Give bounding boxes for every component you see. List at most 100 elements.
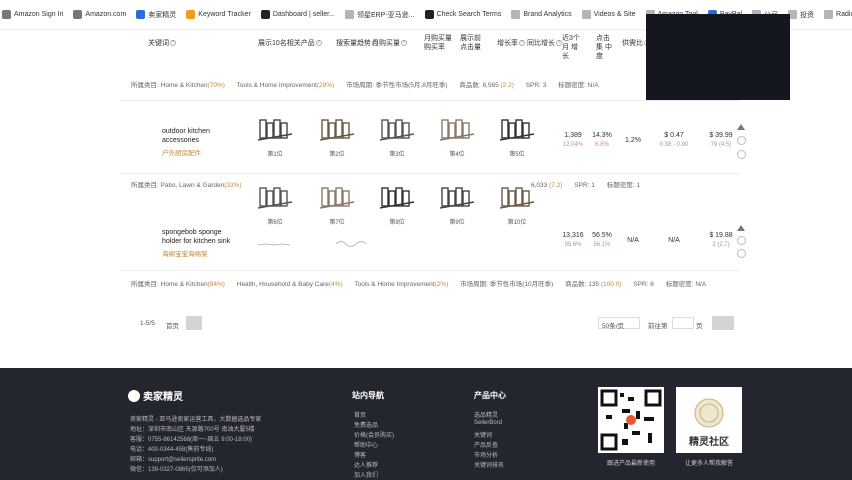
bookmark-item[interactable]: 投资 [788,10,814,20]
rank-label: 第5位 [509,152,525,158]
product-thumbnail[interactable] [256,182,294,214]
bookmark-item[interactable]: 领星ERP-亚马逊... [344,10,415,20]
rank-label: 第8位 [389,220,405,226]
header-top10: 展示10名相关产品? [258,40,322,47]
purchase-value: 13,316 [562,232,584,239]
keyword-translation: 户外厨房配件 [162,150,201,157]
dark-overlay-popup [646,14,790,100]
chart-icon[interactable] [737,136,746,145]
product-title: 产品中心 [474,391,506,400]
product-thumbnail[interactable] [318,114,356,146]
bookmark-item[interactable]: Brand Analytics [511,10,572,19]
footer-nav-link[interactable]: 达人推荐 [354,460,378,469]
header-growth: 增长率? [497,40,525,47]
price-value: $ 39.99 [709,132,733,139]
keyword-link[interactable]: outdoor kitchen accessories [162,127,242,145]
bookmark-label: 卖家精灵 [148,11,177,19]
category-line-stats: 6,033 (7.2) SPR: 1 标题密度: 1 [531,182,640,189]
settings-icon[interactable] [737,249,746,258]
rank-label: 第10位 [507,220,527,226]
category-line: 所属类目: Home & Kitchen(70%) Tools & Home I… [131,82,599,89]
product-thumbnail[interactable] [378,114,416,146]
footer-logo: 卖家精灵 [128,388,183,403]
category-line: 所属类目: Patio, Lawn & Garden(33%) [131,182,242,189]
bookmark-item[interactable]: Amazon.com [73,10,126,19]
sort-up-icon[interactable] [737,124,745,130]
help-icon[interactable]: ? [315,40,322,47]
footer-info-line: 电话：400-0344-458(售前专线) [130,447,214,453]
product-thumbnail[interactable] [498,182,536,214]
concentration: N/A [627,237,639,244]
folder-icon [344,10,354,19]
folder-icon [511,10,521,19]
click-share: 14.3% [592,132,612,139]
rank-label: 第2位 [329,152,345,158]
chart-icon[interactable] [737,236,746,245]
footer-info-line: 卖家精灵 - 亚马逊卖家运营工具，大数据选品专家 [130,417,262,423]
bookmark-label: Keyword Tracker [198,11,251,18]
rank-label: 第1位 [267,152,283,158]
goto-label: 前往第 [648,323,668,330]
footer-info-line: 地址：深圳市南山区 天源路700号 南油大厦5楼 [130,427,255,433]
purchase-rate: 12.04% [562,142,584,148]
product-thumbnail[interactable] [256,114,294,146]
rank-label: 第7位 [329,220,345,226]
bookmark-item[interactable]: Radio [824,10,852,19]
bookmark-item[interactable]: Amazon Sign In [2,10,63,19]
footer-product-link[interactable]: SellerBord [474,420,502,426]
help-icon[interactable]: ? [519,40,525,47]
ppc-value: N/A [668,237,680,244]
price-rating: 2 (2.7) [712,242,730,248]
header-concentration: 点击集 中度 [596,35,612,60]
bookmark-item[interactable]: 卖家精灵 [136,10,176,20]
footer-product-link[interactable]: 市场分析 [474,450,498,459]
nav-title: 站内导航 [352,391,384,400]
footer-nav-link[interactable]: 加入我们 [354,470,378,479]
footer-product-link[interactable]: 产品反查 [474,440,498,449]
bookmark-item[interactable]: Dashboard | seller... [260,10,335,19]
folder-icon [824,10,834,19]
footer-nav-link[interactable]: 博客 [354,450,366,459]
footer-info-line: 客服：0755-86142568(周一~周五 9:00-18:00) [130,437,252,443]
footer-nav-link[interactable]: 帮助中心 [354,440,378,449]
product-thumbnail[interactable] [318,182,356,214]
bookmark-item[interactable]: Check Search Terms [424,10,501,19]
concentration: 1.2% [625,137,641,144]
product-thumbnail[interactable] [378,182,416,214]
click-share-sub: 56.1% [593,242,611,248]
goto-button[interactable] [712,316,734,330]
header-seasonal: 同比增长? [527,40,562,47]
pager-current-page[interactable] [186,316,202,330]
rank-label: 第9位 [449,220,465,226]
footer-nav-link[interactable]: 价格(会员购买) [354,430,394,439]
seller-sprite-icon [136,10,146,19]
bookmark-item[interactable]: Videos & Site [581,10,636,19]
qr1-caption: 跟进产品最新使用 [606,461,655,467]
keyword-link[interactable]: spongebob sponge holder for kitchen sink [162,228,242,246]
footer-product-link[interactable]: 关键词排名 [474,460,504,469]
footer-product-link[interactable]: 关键词 [474,430,492,439]
product-thumbnail[interactable] [498,114,536,146]
bookmark-item[interactable]: Keyword Tracker [186,10,251,19]
product-thumbnail[interactable] [438,114,476,146]
footer-nav-link[interactable]: 免费选品 [354,420,378,429]
logo-icon [128,389,140,402]
folder-icon [581,10,591,19]
sort-up-icon[interactable] [737,225,745,231]
pagination: 1-5/5 首页 50条/页 前往第 页 [0,316,852,336]
product-thumbnail[interactable] [438,182,476,214]
goto-input[interactable] [672,317,694,329]
community-badge: 精灵社区 [676,387,742,453]
footer-nav-link[interactable]: 首页 [354,410,366,419]
ppc-value: $ 0.47 [664,132,684,139]
ppc-range: 0.38 - 0.90 [659,142,689,148]
settings-icon[interactable] [737,150,746,159]
divider [120,100,740,101]
help-icon[interactable]: ? [170,40,176,47]
header-purchase: 月购买量? [372,40,407,47]
help-icon[interactable]: ? [401,40,407,47]
pager-first-button[interactable]: 首页 [166,320,179,330]
community-title: 精灵社区 [689,437,729,448]
footer-product-link[interactable]: 选品精灵 [474,410,498,419]
header-purchase-rate: 月购买量 购买率 [424,35,452,51]
